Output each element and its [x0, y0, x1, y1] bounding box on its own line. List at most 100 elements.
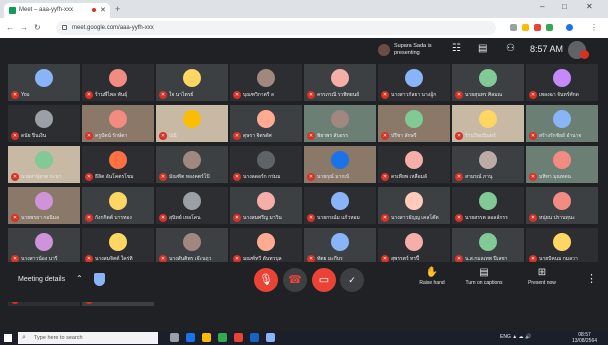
windows-start-icon[interactable] — [4, 334, 12, 342]
chevron-up-icon[interactable]: ⌃ — [76, 274, 83, 283]
participant-tile[interactable]: ✕ นางสาวกัลยา นางอู้ก — [378, 64, 450, 101]
taskbar-clock[interactable]: 08:57 13/08/2564 — [572, 332, 597, 344]
participant-tile[interactable]: ✕ นางสันติพร เจ๊ะนฤว — [156, 228, 228, 265]
participant-avatar — [257, 151, 275, 169]
mic-off-icon: ✕ — [455, 132, 463, 140]
participant-name: นายสรรต ลอลล์กรร — [465, 215, 508, 221]
participant-avatar — [331, 69, 349, 87]
tab-bar: Meet – aaa-yyfh-xxx ✕ + – □ ✕ — [0, 0, 608, 18]
task-view-icon[interactable] — [170, 333, 179, 342]
close-window-button[interactable]: ✕ — [586, 2, 593, 11]
participant-tile[interactable]: ✕ ดนัย ปิ่นเงิน — [8, 105, 80, 142]
present-now-button[interactable]: ⊞ Present now — [520, 266, 564, 296]
participant-tile[interactable]: ✕ สุนิทย์ เหอโคน — [156, 187, 228, 224]
participant-avatar — [331, 151, 349, 169]
participant-tile[interactable]: ✕ น.ส.กมลเทพ ปีเลชา — [452, 228, 524, 265]
people-icon[interactable]: ⚇ — [506, 43, 515, 55]
participant-tile[interactable]: ✕ ใจ นาไตรย์ — [156, 64, 228, 101]
participant-tile[interactable]: ✕ ร้านวิทยนินทร์ — [452, 105, 524, 142]
address-bar[interactable]: meet.google.com/aaa-yyfh-xxx — [56, 21, 496, 35]
layout-icon[interactable]: ☷ — [452, 43, 461, 55]
meeting-details-button[interactable]: Meeting details — [18, 276, 65, 283]
participant-tile[interactable]: ✕ สร้างรักชัยย์ อำนาจ — [526, 105, 598, 142]
participant-tile[interactable]: ✕ นางสาวธัญญ เคลโต๊ต — [378, 187, 450, 224]
participant-name: ร้านวิทยนินทร์ — [465, 133, 496, 139]
raise-hand-button[interactable]: ✋ Raise hand — [410, 266, 454, 296]
participant-tile[interactable]: ✕ ปณิ — [156, 105, 228, 142]
participant-tile[interactable]: ✕ กังกกิตต์ บารทอง — [82, 187, 154, 224]
participant-tile[interactable]: ✕ ธีลิต อันโคตรโขม — [82, 146, 154, 183]
participant-tile[interactable]: ✕ นางสาวน้อง นารี — [8, 228, 80, 265]
system-tray[interactable]: ENG ▲ ☁ 🔊 — [500, 334, 531, 340]
new-tab-button[interactable]: + — [115, 3, 120, 16]
browser-tab[interactable]: Meet – aaa-yyfh-xxx ✕ — [4, 3, 110, 18]
captions-icon: ▤ — [479, 267, 489, 278]
participant-tile[interactable]: ✕ หนุ่ยน ปรานทุนะ — [526, 187, 598, 224]
mic-off-icon: ✕ — [307, 132, 315, 140]
participant-tile[interactable]: ✕ สามรณ์ ภานุ — [452, 146, 524, 183]
extension-icon[interactable] — [510, 24, 517, 31]
participant-name: สร้างรักชัยย์ อำนาจ — [539, 133, 582, 139]
participant-tile[interactable]: ✕ นายกรณ์ม แก้วหอม — [304, 187, 376, 224]
mic-off-icon: ✕ — [455, 91, 463, 99]
participant-tile[interactable]: ✕ นายสุนทร ศิลมณ — [452, 64, 524, 101]
participant-tile[interactable]: ✕ ครูปัตน์ รักษ์ตา — [82, 105, 154, 142]
word-icon[interactable] — [250, 333, 259, 342]
participant-tile[interactable]: ✕ บุณฑวิกาตรี ล — [230, 64, 302, 101]
taskbar-search[interactable]: ⌕ Type here to search — [18, 332, 158, 344]
close-tab-icon[interactable]: ✕ — [100, 3, 106, 18]
captions-button[interactable]: ▤ Turn on captions — [462, 266, 506, 296]
participant-name: นายกุณ์ มากเบ้ — [317, 174, 350, 180]
camera-off-button[interactable]: ▭ — [312, 268, 336, 292]
participant-name: ร้านพี่ไพล พันธุ์ — [95, 92, 128, 98]
check-icon[interactable]: ✓ — [340, 268, 364, 292]
participant-avatar — [405, 69, 423, 87]
chrome-icon[interactable] — [218, 333, 227, 342]
back-arrow-icon[interactable]: ← — [6, 22, 14, 34]
participant-tile[interactable]: ✕ นายพรยา กอนิมล — [8, 187, 80, 224]
chat-icon[interactable]: ▤ — [478, 43, 487, 55]
mic-off-icon: ✕ — [529, 132, 537, 140]
participant-tile[interactable]: ✕ ปรีชา ลักษรี — [378, 105, 450, 142]
extension-icon[interactable] — [546, 24, 553, 31]
profile-avatar-icon[interactable] — [566, 24, 573, 31]
participant-tile[interactable]: ✕ สุพรรตร์ ทรปี้ — [378, 228, 450, 265]
participant-tile[interactable]: ✕ เพลงฉา จันทร์ศักด — [526, 64, 598, 101]
edge-icon[interactable] — [186, 333, 195, 342]
participant-tile[interactable]: ✕ นางสมศรีญ มาวิน — [230, 187, 302, 224]
reload-icon[interactable]: ↻ — [34, 22, 41, 34]
presenter-indicator[interactable]: Supara Sada is presenting — [378, 42, 438, 58]
participant-tile[interactable]: ✕ ครรภรณี รวพิทยนย์ — [304, 64, 376, 101]
participant-tile[interactable]: ✕ มัณฑิต ทองคตร์โป้ — [156, 146, 228, 183]
participant-grid: ✕ You ✕ ร้านพี่ไพล พันธุ์ ✕ ใจ นาไตรย์ ✕ บุณฑวิ… — [8, 64, 600, 306]
participant-tile[interactable]: ✕ มหิทา มุณทดน — [526, 146, 598, 183]
browser-menu-icon[interactable]: ⋮ — [590, 22, 598, 34]
extension-icon[interactable] — [522, 24, 529, 31]
participant-tile[interactable]: ✕ นายกุณ์ มากเบ้ — [304, 146, 376, 183]
maximize-button[interactable]: □ — [562, 2, 567, 11]
participant-tile[interactable]: ✕ ร้านพี่ไพล พันธุ์ — [82, 64, 154, 101]
participant-tile[interactable]: ✕ นายสาปุธรต กะนว — [8, 146, 80, 183]
participant-tile[interactable]: ✕ ดุษรา จิตรดัศ — [230, 105, 302, 142]
shield-icon[interactable] — [94, 273, 105, 286]
file-explorer-icon[interactable] — [202, 333, 211, 342]
participant-tile[interactable]: ✕ ดรเทียพ เหลือมลั — [378, 146, 450, 183]
minimize-button[interactable]: – — [540, 2, 544, 11]
participant-tile[interactable]: ✕ You — [8, 64, 80, 101]
participant-tile[interactable]: ✕ พิยาพร ลับอรร — [304, 105, 376, 142]
extension-icon[interactable] — [534, 24, 541, 31]
participant-tile[interactable]: ✕ นางลดอร์ก กร่มม — [230, 146, 302, 183]
app-icon[interactable] — [266, 333, 275, 342]
forward-arrow-icon[interactable]: → — [20, 22, 28, 34]
mic-off-icon: ✕ — [159, 173, 167, 181]
mic-off-button[interactable]: 🎙 — [254, 268, 278, 292]
leave-call-button[interactable]: ☎ — [283, 268, 307, 292]
participant-tile[interactable]: ✕ นางสมจิตต์ ใคร่ทิ — [82, 228, 154, 265]
participant-avatar — [183, 233, 201, 251]
app-icon[interactable] — [234, 333, 243, 342]
participant-tile[interactable]: ✕ นายปัคนม กมลวา — [526, 228, 598, 265]
participant-tile[interactable]: ✕ นายสรรต ลอลล์กรร — [452, 187, 524, 224]
participant-tile[interactable]: ✕ ทัตย มะกีบร — [304, 228, 376, 265]
participant-tile[interactable]: ✕ มณฑ์ทวี ตันทวบุล — [230, 228, 302, 265]
more-options-icon[interactable]: ⋮ — [586, 272, 597, 285]
